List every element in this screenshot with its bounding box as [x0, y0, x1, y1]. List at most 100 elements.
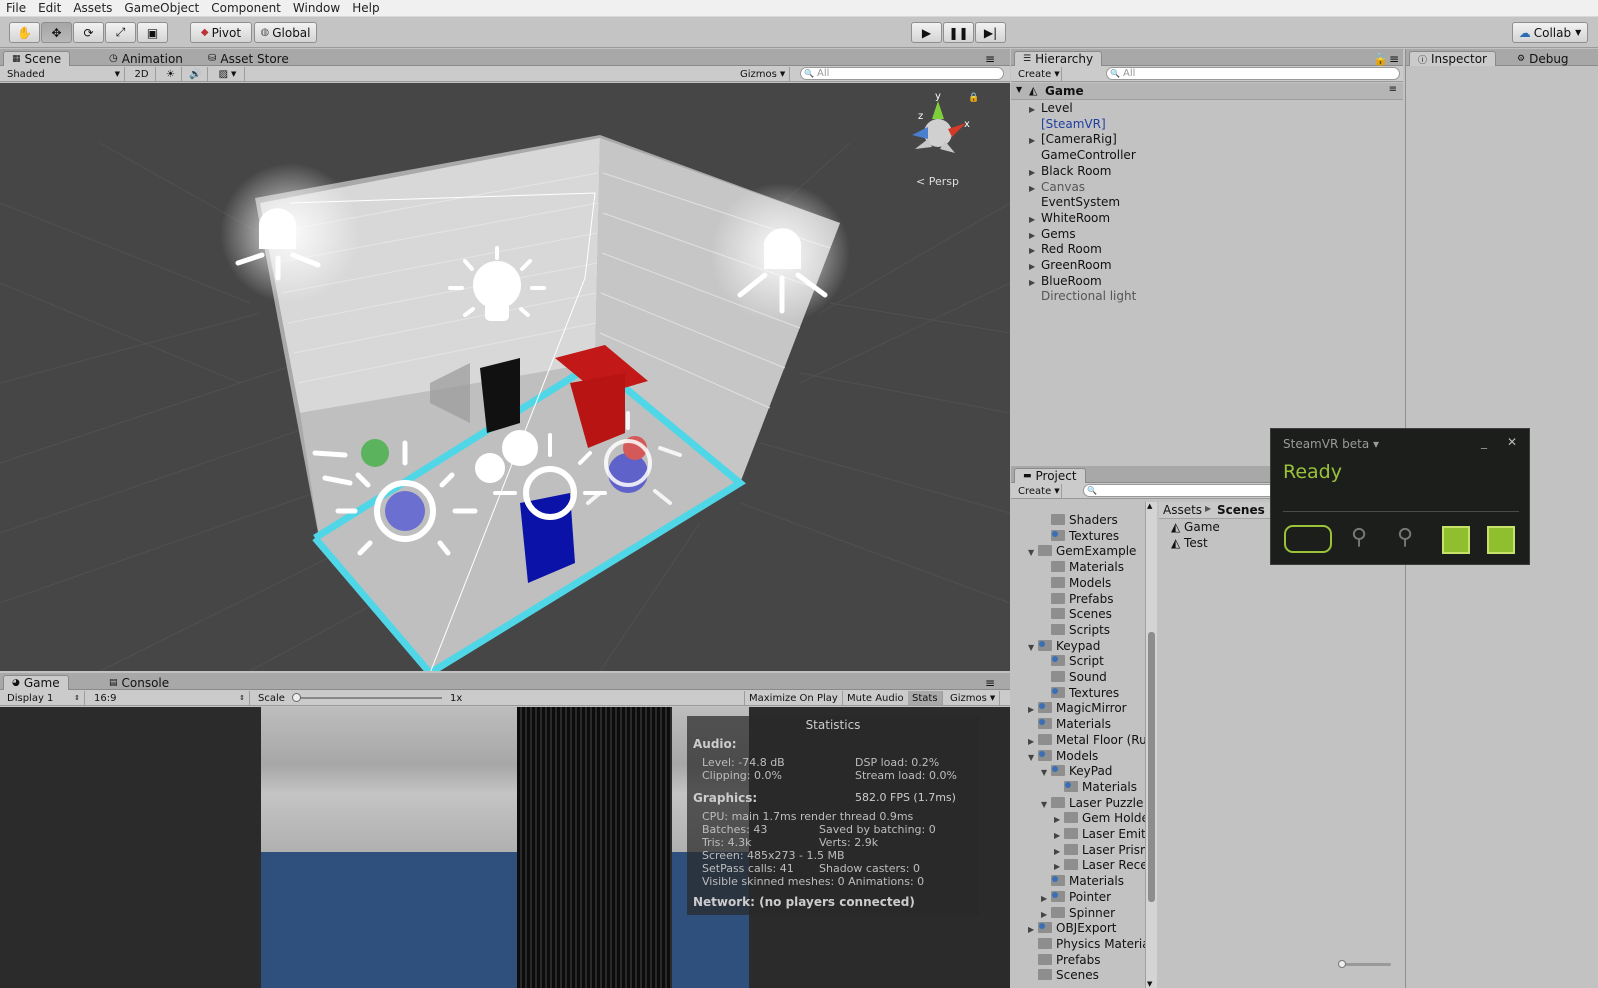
hierarchy-item[interactable]: EventSystem: [1029, 194, 1120, 210]
project-folder[interactable]: Prefabs: [1041, 591, 1114, 607]
hierarchy-item[interactable]: ▶ Canvas: [1029, 179, 1085, 195]
project-folder[interactable]: ▶Laser Emitter: [1054, 826, 1151, 842]
project-folder[interactable]: ▶ Metal Floor (Rust: [1028, 732, 1151, 748]
mute-audio-toggle[interactable]: Mute Audio: [843, 691, 909, 705]
hierarchy-item[interactable]: ▶ Black Room: [1029, 163, 1111, 179]
menu-window[interactable]: Window: [287, 0, 346, 15]
hierarchy-item[interactable]: GameController: [1029, 147, 1136, 163]
project-folder[interactable]: ▶ Gem Holder: [1054, 810, 1151, 826]
scene-viewport[interactable]: y x z < Persp 🔒: [0, 83, 1010, 671]
chevron-down-icon[interactable]: ▼: [1147, 980, 1152, 988]
project-folder[interactable]: Models: [1041, 575, 1111, 591]
project-folder[interactable]: ▶ Laser Prism: [1054, 842, 1151, 858]
chevron-down-icon[interactable]: ▼: [1041, 765, 1051, 781]
project-folder[interactable]: ▶ OBJExport: [1028, 920, 1117, 936]
play-button[interactable]: ▶: [911, 22, 942, 43]
scene-file-test[interactable]: ◭ Test: [1171, 535, 1208, 551]
breadcrumb-assets[interactable]: Assets: [1163, 503, 1202, 517]
scale-slider-handle[interactable]: [292, 693, 301, 702]
hierarchy-item[interactable]: ▶ WhiteRoom: [1029, 210, 1110, 226]
project-folder[interactable]: Scenes: [1041, 606, 1112, 622]
hierarchy-item[interactable]: ▶ GreenRoom: [1029, 257, 1112, 273]
project-folder[interactable]: ▼ GemExample: [1028, 543, 1136, 559]
hierarchy-create-dropdown[interactable]: Create ▼: [1014, 67, 1062, 81]
close-icon[interactable]: ✕: [1507, 435, 1517, 449]
game-gizmos-dropdown[interactable]: Gizmos ▼: [946, 691, 1001, 705]
menu-assets[interactable]: Assets: [67, 0, 118, 15]
chevron-down-icon[interactable]: ▼: [1028, 545, 1038, 561]
projection-label[interactable]: < Persp: [916, 175, 959, 188]
tab-game[interactable]: ◕ Game: [3, 675, 69, 690]
stats-toggle[interactable]: Stats: [908, 691, 943, 705]
scene-search-input[interactable]: All: [800, 67, 1004, 80]
hierarchy-item[interactable]: ▶ BlueRoom: [1029, 273, 1102, 289]
audio-toggle[interactable]: 🔊: [184, 67, 208, 81]
headset-icon[interactable]: [1284, 525, 1332, 553]
rotate-tool-button[interactable]: ⟳: [73, 22, 104, 43]
aspect-dropdown[interactable]: 16:9 ⇕: [90, 691, 250, 705]
lock-icon[interactable]: 🔒: [968, 93, 979, 103]
project-folder[interactable]: Scripts: [1041, 622, 1110, 638]
minimize-icon[interactable]: _: [1481, 435, 1487, 449]
zoom-slider-handle[interactable]: [1338, 960, 1346, 968]
scale-slider[interactable]: [292, 693, 442, 702]
move-tool-button[interactable]: ✥: [41, 22, 72, 43]
scrollbar-thumb[interactable]: [1148, 632, 1155, 902]
controller-icon[interactable]: ⚲: [1397, 525, 1413, 550]
scene-panel-menu-icon[interactable]: ≡: [985, 51, 995, 66]
chevron-down-icon[interactable]: ▼: [1028, 750, 1038, 766]
pivot-toggle[interactable]: ◆ Pivot: [190, 22, 252, 43]
project-folder[interactable]: ▶ Laser Receiv: [1054, 857, 1151, 873]
project-folder[interactable]: Physics Materials: [1028, 936, 1151, 952]
project-search-input[interactable]: [1083, 484, 1293, 497]
project-folder[interactable]: ▼ Keypad: [1028, 638, 1100, 654]
scene-menu-icon[interactable]: ≡: [1389, 84, 1397, 95]
hierarchy-item[interactable]: Directional light: [1029, 288, 1136, 304]
steamvr-title[interactable]: SteamVR beta ▾: [1283, 437, 1379, 451]
zoom-slider[interactable]: [1338, 960, 1391, 968]
project-folder[interactable]: ▶ Spinner: [1041, 905, 1115, 921]
project-folder[interactable]: ▼ Laser Puzzle: [1041, 795, 1143, 811]
maximize-on-play-toggle[interactable]: Maximize On Play: [744, 691, 843, 705]
hierarchy-item[interactable]: ▶ Gems: [1029, 226, 1076, 242]
project-folder[interactable]: Textures: [1041, 685, 1119, 701]
menu-gameobject[interactable]: GameObject: [118, 0, 205, 15]
base-station-icon[interactable]: [1442, 526, 1470, 554]
project-folder[interactable]: Script: [1041, 653, 1104, 669]
chevron-up-icon[interactable]: ▲: [1147, 502, 1152, 510]
tab-project[interactable]: ▬ Project: [1014, 468, 1086, 483]
base-station-icon[interactable]: [1487, 526, 1515, 554]
menu-help[interactable]: Help: [346, 0, 385, 15]
rect-tool-button[interactable]: ▣: [137, 22, 168, 43]
pause-button[interactable]: ❚❚: [943, 22, 974, 43]
global-toggle[interactable]: ◍ Global: [254, 22, 317, 43]
project-folder[interactable]: Shaders: [1041, 512, 1118, 528]
mode-2d-toggle[interactable]: 2D: [128, 67, 156, 81]
hand-tool-button[interactable]: ✋: [9, 22, 40, 43]
chevron-down-icon[interactable]: ▼: [1028, 640, 1038, 656]
hierarchy-item[interactable]: [SteamVR]: [1029, 116, 1106, 132]
project-folder[interactable]: Materials: [1054, 779, 1137, 795]
project-tree-scrollbar[interactable]: ▲ ▼: [1145, 502, 1157, 988]
lock-icon[interactable]: 🔒: [1373, 51, 1388, 66]
tab-hierarchy[interactable]: ☰ Hierarchy: [1014, 51, 1103, 66]
controller-icon[interactable]: ⚲: [1351, 525, 1367, 550]
project-folder[interactable]: ▶ MagicMirror: [1028, 700, 1127, 716]
game-panel-menu-icon[interactable]: ≡: [985, 675, 995, 690]
hierarchy-item[interactable]: ▶ Red Room: [1029, 241, 1102, 257]
scene-gizmos-dropdown[interactable]: Gizmos ▼: [736, 67, 790, 81]
menu-edit[interactable]: Edit: [32, 0, 67, 15]
tab-console[interactable]: ▤ Console: [101, 675, 177, 690]
breadcrumb-scenes[interactable]: Scenes: [1217, 503, 1265, 517]
orientation-gizmo[interactable]: y x z: [912, 91, 970, 153]
tab-asset-store[interactable]: ⛁ Asset Store: [200, 51, 297, 66]
panel-menu-icon[interactable]: ≡: [1389, 51, 1399, 66]
hierarchy-scene-header[interactable]: ▼ ◭ Game ≡: [1011, 83, 1403, 100]
menu-component[interactable]: Component: [205, 0, 287, 15]
display-dropdown[interactable]: Display 1 ⇕: [3, 691, 85, 705]
collab-button[interactable]: ☁ Collab ▼: [1512, 22, 1588, 43]
lighting-toggle[interactable]: ☀: [160, 67, 182, 81]
shading-mode-dropdown[interactable]: Shaded ▼: [3, 67, 125, 81]
hierarchy-item[interactable]: ▶ [CameraRig]: [1029, 131, 1117, 147]
project-folder[interactable]: Textures: [1041, 528, 1119, 544]
